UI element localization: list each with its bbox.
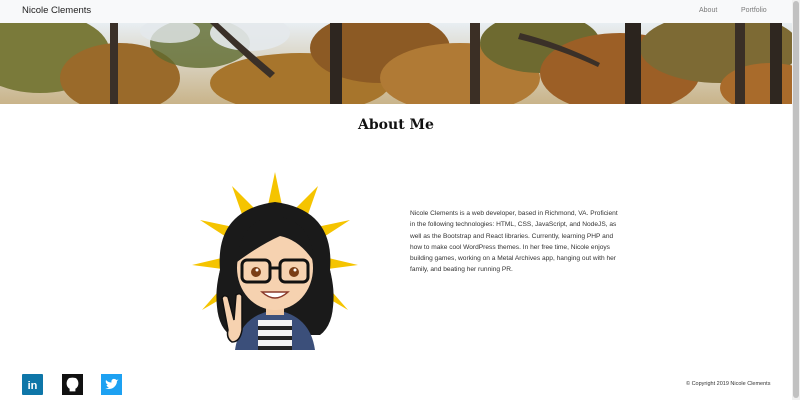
nav-link-portfolio[interactable]: Portfolio: [741, 7, 767, 14]
nav-link-about[interactable]: About: [699, 7, 717, 14]
hero-banner-image: [0, 23, 792, 104]
brand-link[interactable]: Nicole Clements: [22, 5, 91, 16]
linkedin-icon[interactable]: in: [22, 374, 43, 395]
avatar-illustration: [190, 170, 360, 350]
github-icon[interactable]: [62, 374, 83, 395]
navbar: Nicole Clements About Portfolio: [0, 0, 792, 24]
page-title: About Me: [358, 117, 434, 133]
twitter-icon[interactable]: [101, 374, 122, 395]
linkedin-icon-text: in: [28, 380, 38, 392]
bio-text: Nicole Clements is a web developer, base…: [410, 210, 618, 274]
vertical-scrollbar[interactable]: [792, 0, 800, 400]
copyright-text: © Copyright 2019 Nicole Clements: [686, 381, 771, 387]
scrollbar-thumb[interactable]: [793, 1, 799, 398]
